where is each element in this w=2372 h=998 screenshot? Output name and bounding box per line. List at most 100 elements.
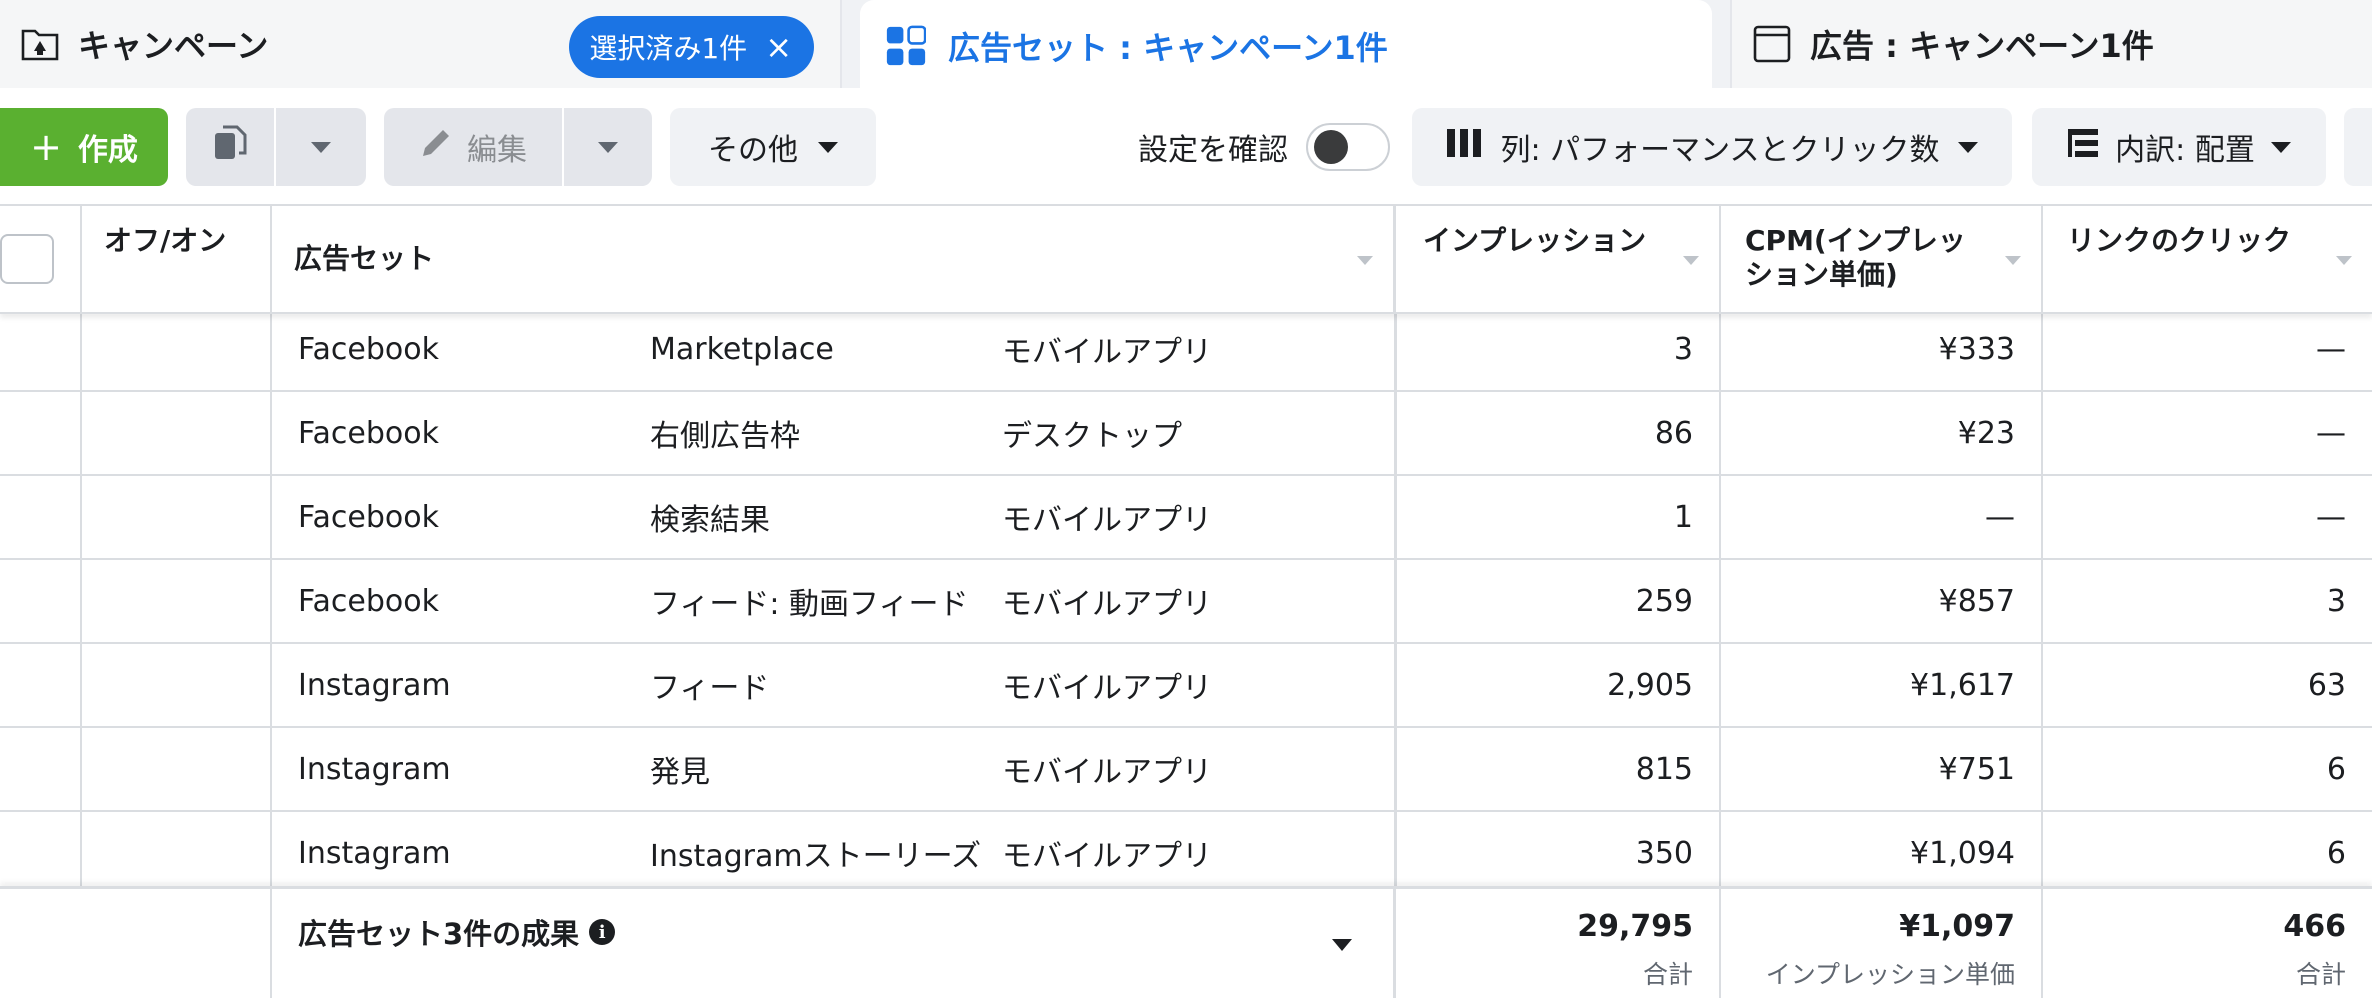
device-cell: モバイルアプリ <box>1002 839 1212 874</box>
table-row[interactable]: Facebook Marketplace モバイルアプリ 3 ¥333 — <box>0 314 2372 392</box>
device-cell: モバイルアプリ <box>1002 755 1212 790</box>
duplicate-dropdown-button[interactable] <box>276 108 366 186</box>
platform-cell: Facebook <box>298 583 439 619</box>
verify-settings-label: 設定を確認 <box>1138 133 1288 168</box>
edit-button[interactable]: 編集 <box>384 108 562 186</box>
cpm-cell: ¥751 <box>1721 728 2043 810</box>
link-clicks-cell: 3 <box>2326 583 2346 619</box>
more-button-label: その他 <box>708 133 798 168</box>
summary-title: 広告セット3件の成果 i <box>298 911 616 953</box>
table-row[interactable]: Facebook 検索結果 モバイルアプリ 1 — — <box>0 476 2372 560</box>
summary-adset: 広告セット3件の成果 i <box>272 889 1396 998</box>
edit-dropdown-button[interactable] <box>564 108 652 186</box>
chevron-down-icon <box>311 141 331 153</box>
tab-adsets[interactable]: 広告セット : キャンペーン1件 <box>860 0 1712 92</box>
more-button[interactable]: その他 <box>670 108 876 186</box>
table-row[interactable]: Instagram Instagramストーリーズ モバイルアプリ 350 ¥1… <box>0 812 2372 886</box>
impressions-cell: 1 <box>1399 476 1721 558</box>
overflow-button[interactable] <box>2344 108 2372 186</box>
table-row[interactable]: Instagram フィード モバイルアプリ 2,905 ¥1,617 63 <box>0 644 2372 728</box>
impressions-cell: 815 <box>1399 728 1721 810</box>
ad-window-icon <box>1752 24 1792 64</box>
grid-icon <box>886 25 926 66</box>
tab-ads-label: 広告 : キャンペーン1件 <box>1810 27 2154 65</box>
folder-icon <box>20 24 60 64</box>
position-cell: 検索結果 <box>650 503 770 538</box>
platform-cell: Facebook <box>298 415 439 451</box>
chevron-down-icon <box>1957 141 1978 153</box>
close-icon[interactable]: × <box>765 31 792 63</box>
impressions-cell: 259 <box>1399 560 1721 642</box>
device-cell: デスクトップ <box>1002 419 1182 454</box>
breakdown-icon <box>2067 127 2099 167</box>
header-impressions[interactable]: インプレッション <box>1399 206 1721 312</box>
chevron-down-icon[interactable] <box>1332 939 1352 951</box>
link-clicks-cell: — <box>2316 499 2346 535</box>
device-cell: モバイルアプリ <box>1002 503 1212 538</box>
chevron-down-icon <box>2270 141 2291 153</box>
toolbar: + 作成 編集 その他 設定を確認 列: パフォーマンスとクリック数 内訳: 配… <box>0 92 2372 204</box>
sort-icon[interactable] <box>1357 256 1373 265</box>
device-cell: モバイルアプリ <box>1002 587 1212 622</box>
position-cell: 発見 <box>650 755 710 790</box>
selected-filter-chip[interactable]: 選択済み1件 × <box>569 16 814 78</box>
tab-adsets-label: 広告セット : キャンペーン1件 <box>948 29 1388 67</box>
create-button[interactable]: + 作成 <box>0 108 168 186</box>
table-header: オフ/オン 広告セット インプレッション CPM(インプレッション単価) リンク… <box>0 206 2372 314</box>
columns-button[interactable]: 列: パフォーマンスとクリック数 <box>1412 108 2012 186</box>
chevron-down-icon <box>818 141 838 153</box>
header-impressions-label: インプレッション <box>1423 224 1647 257</box>
table-row[interactable]: Facebook 右側広告枠 デスクトップ 86 ¥23 — <box>0 392 2372 476</box>
cpm-cell: ¥23 <box>1721 392 2043 474</box>
duplicate-button[interactable] <box>186 108 274 186</box>
platform-cell: Facebook <box>298 499 439 535</box>
cpm-cell: ¥333 <box>1721 314 2043 390</box>
header-onoff[interactable]: オフ/オン <box>82 206 272 312</box>
table-body: Facebook Marketplace モバイルアプリ 3 ¥333 — Fa… <box>0 314 2372 886</box>
header-adset-label: 広告セット <box>294 242 435 275</box>
tab-ads[interactable]: 広告 : キャンペーン1件 <box>1730 0 2372 88</box>
impressions-cell: 86 <box>1399 392 1721 474</box>
table-row[interactable]: Facebook フィード: 動画フィード モバイルアプリ 259 ¥857 3 <box>0 560 2372 644</box>
header-cpm-label: CPM(インプレッション単価) <box>1745 224 1966 291</box>
summary-cpm-label: インプレッション単価 <box>1765 960 2015 989</box>
position-cell: Instagramストーリーズ <box>650 839 982 874</box>
tab-bar: キャンペーン 選択済み1件 × 広告セット : キャンペーン1件 広告 : キャ… <box>0 0 2372 92</box>
cpm-cell: ¥1,617 <box>1721 644 2043 726</box>
sort-icon[interactable] <box>1683 256 1699 265</box>
verify-settings: 設定を確認 <box>1138 108 1390 186</box>
sort-icon[interactable] <box>2336 256 2352 265</box>
link-clicks-cell: 6 <box>2326 835 2346 871</box>
columns-icon <box>1446 128 1482 166</box>
position-cell: フィード: 動画フィード <box>650 587 969 622</box>
duplicate-icon <box>213 125 247 169</box>
summary-link-clicks-label: 合計 <box>2295 960 2346 989</box>
summary-link-clicks-value: 466 <box>2283 909 2346 944</box>
verify-settings-toggle[interactable] <box>1306 123 1390 171</box>
platform-cell: Instagram <box>298 751 451 787</box>
header-link-clicks-label: リンクのクリック <box>2067 224 2292 257</box>
link-clicks-cell: 63 <box>2307 667 2346 703</box>
platform-cell: Instagram <box>298 835 451 871</box>
impressions-cell: 2,905 <box>1399 644 1721 726</box>
summary-link-clicks: 466 合計 <box>2043 889 2372 998</box>
position-cell: フィード <box>650 671 770 706</box>
info-icon[interactable]: i <box>589 919 616 945</box>
tab-campaigns[interactable]: キャンペーン 選択済み1件 × <box>0 0 842 88</box>
header-link-clicks[interactable]: リンクのクリック <box>2043 206 2372 312</box>
breakdown-button[interactable]: 内訳: 配置 <box>2032 108 2326 186</box>
position-cell: Marketplace <box>650 331 834 367</box>
table-row[interactable]: Instagram 発見 モバイルアプリ 815 ¥751 6 <box>0 728 2372 812</box>
sort-icon[interactable] <box>2005 256 2021 265</box>
header-adset[interactable]: 広告セット <box>272 206 1396 312</box>
table-summary-row: 広告セット3件の成果 i 29,795 合計 ¥1,097 インプレッション単価… <box>0 886 2372 998</box>
device-cell: モバイルアプリ <box>1002 671 1212 706</box>
selected-chip-label: 選択済み1件 <box>589 32 748 65</box>
create-button-label: 作成 <box>77 133 138 168</box>
header-cpm[interactable]: CPM(インプレッション単価) <box>1721 206 2043 312</box>
plus-icon: + <box>30 125 62 169</box>
impressions-cell: 3 <box>1399 314 1721 390</box>
summary-cpm-value: ¥1,097 <box>1899 909 2015 944</box>
select-all-checkbox[interactable] <box>0 234 54 284</box>
cpm-cell: ¥857 <box>1721 560 2043 642</box>
